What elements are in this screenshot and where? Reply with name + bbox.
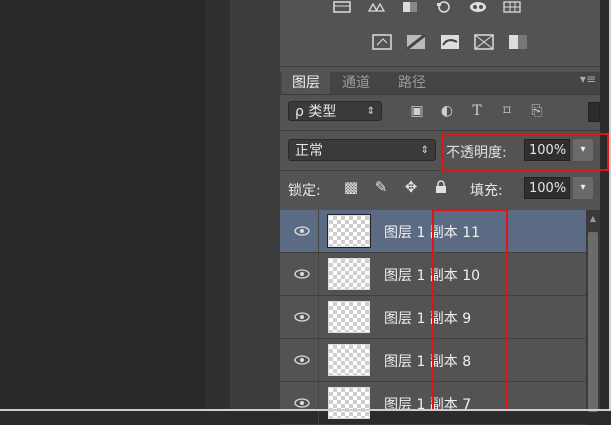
image-filter-icon[interactable]: ▣ [408, 102, 426, 120]
scale-icon[interactable] [366, 0, 386, 14]
divider [318, 296, 319, 339]
layer-thumbnail [328, 301, 370, 333]
lock-move-icon[interactable]: ✥ [402, 178, 420, 196]
mask-icon[interactable] [440, 35, 460, 49]
fill-dropdown-button[interactable]: ▾ [573, 177, 593, 199]
circle-filter-icon[interactable]: ◐ [438, 102, 456, 120]
divider [318, 382, 319, 425]
layer-thumbnail [328, 258, 370, 290]
filter-type-label: ρ 类型 [295, 104, 337, 120]
smart-filter-icon[interactable]: ⎘ [528, 102, 546, 120]
panel-menu-icon[interactable]: ▾≡ [580, 72, 596, 86]
lock-label: 锁定: [288, 183, 321, 199]
eye-icon[interactable] [294, 395, 310, 411]
fill-input[interactable]: 100% [524, 177, 570, 199]
gradient-icon[interactable] [406, 34, 426, 50]
layers-scrollbar[interactable]: ▲ [586, 210, 600, 412]
tab-layers[interactable]: 图层 [282, 72, 330, 94]
top-tool-panel [280, 0, 600, 67]
layer-thumbnail [328, 387, 370, 419]
chevron-updown-icon: ⇕ [366, 106, 375, 117]
divider [318, 253, 319, 296]
lock-brush-icon[interactable]: ✎ [372, 178, 390, 196]
fill-label: 填充: [470, 183, 503, 199]
lock-icons: ▩ ✎ ✥ [342, 178, 450, 196]
shape-filter-icon[interactable]: ⌑ [498, 102, 516, 120]
tab-channels[interactable]: 通道 [342, 72, 370, 94]
layer-thumbnail [327, 214, 371, 248]
lock-all-icon[interactable] [432, 178, 450, 196]
cross-frame-icon[interactable] [474, 34, 494, 50]
camera-icon[interactable] [434, 0, 454, 14]
highlight-box-opacity [441, 133, 609, 171]
rect-icon[interactable] [400, 0, 420, 14]
grid-icon[interactable] [332, 0, 352, 14]
filter-toggle[interactable] [588, 102, 600, 122]
top-icon-row-2 [372, 34, 528, 50]
filter-type-select[interactable]: ρ 类型 ⇕ [288, 101, 382, 121]
text-filter-icon[interactable]: T [468, 102, 486, 120]
divider [318, 210, 319, 253]
divider [318, 339, 319, 382]
tab-paths[interactable]: 路径 [398, 72, 426, 94]
panel-tabs: 图层 通道 路径 [280, 72, 600, 95]
panel-gutter [230, 0, 280, 411]
blend-mode-label: 正常 [295, 143, 323, 159]
top-icon-row-1 [332, 0, 522, 14]
filter-icons: ▣ ◐ T ⌑ ⎘ [408, 102, 546, 120]
scroll-thumb[interactable] [588, 232, 598, 412]
eye-mask-icon[interactable] [468, 0, 488, 14]
chevron-updown-icon: ⇕ [420, 145, 429, 156]
table-icon[interactable] [502, 0, 522, 14]
highlight-box-layer-names [432, 209, 508, 411]
divider [280, 130, 600, 131]
eye-icon[interactable] [294, 309, 310, 325]
fill-rect-icon[interactable] [508, 35, 528, 49]
canvas-border [205, 0, 230, 411]
eye-icon[interactable] [294, 352, 310, 368]
layer-thumbnail [328, 344, 370, 376]
blend-mode-select[interactable]: 正常 ⇕ [288, 139, 436, 161]
eye-icon[interactable] [294, 266, 310, 282]
scroll-up-icon[interactable]: ▲ [588, 214, 598, 226]
frame-icon[interactable] [372, 34, 392, 50]
eye-icon[interactable] [294, 223, 310, 239]
lock-pixels-icon[interactable]: ▩ [342, 178, 360, 196]
canvas-area [0, 0, 205, 411]
